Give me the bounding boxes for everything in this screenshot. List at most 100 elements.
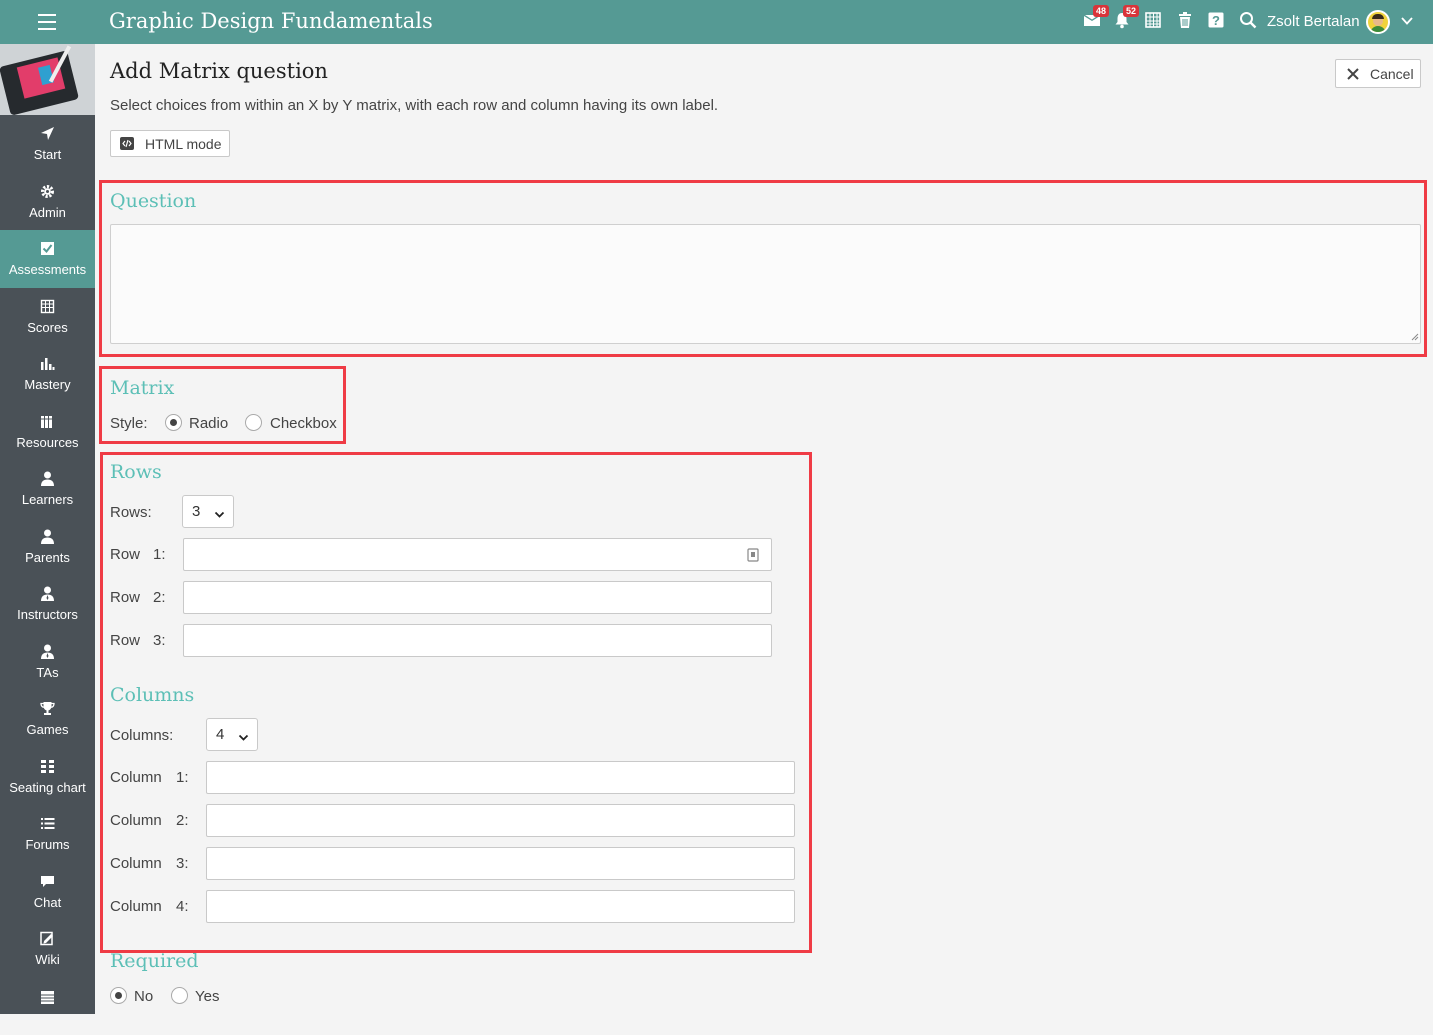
mail-icon[interactable]: 48 [1083, 11, 1103, 31]
sidebar-item-label: Seating chart [0, 780, 95, 795]
mail-badge: 48 [1093, 5, 1109, 17]
course-title[interactable]: Graphic Design Fundamentals [109, 9, 433, 33]
bar-chart-icon [39, 355, 56, 372]
columns-count-value: 4 [216, 726, 224, 743]
question-textarea[interactable] [110, 224, 1421, 344]
column-2-input[interactable] [206, 804, 795, 837]
person-icon [39, 470, 56, 487]
sidebar-item-start[interactable]: Start [0, 115, 95, 173]
instructor-icon [39, 585, 56, 602]
sidebar-item-forums[interactable]: Forums [0, 805, 95, 863]
sidebar-item-label: Games [0, 722, 95, 737]
gear-icon [39, 183, 56, 200]
checkbox-icon [39, 240, 56, 257]
sidebar-item-label: TAs [0, 665, 95, 680]
sidebar-item-admin[interactable]: Admin [0, 173, 95, 231]
rows-heading: Rows [110, 461, 162, 483]
column-1-label: Column [110, 769, 162, 786]
row-3-number: 3: [153, 632, 166, 649]
required-no-option[interactable] [110, 987, 127, 1004]
hamburger-menu-icon[interactable] [38, 14, 56, 30]
sidebar-item-label: Instructors [0, 607, 95, 622]
columns-heading: Columns [110, 684, 194, 706]
top-bar: Graphic Design Fundamentals 48 52 ? Zsol… [0, 0, 1433, 44]
sidebar-item-scores[interactable]: Scores [0, 288, 95, 346]
sidebar-item-mastery[interactable]: Mastery [0, 345, 95, 403]
cancel-button-label: Cancel [1370, 66, 1414, 82]
required-no-label: No [134, 988, 153, 1005]
paper-plane-icon [39, 125, 56, 142]
matrix-heading: Matrix [110, 377, 174, 399]
sidebar-item-label: Resources [0, 435, 95, 450]
user-name[interactable]: Zsolt Bertalan [1267, 13, 1360, 30]
sidebar-item-resources[interactable]: Resources [0, 403, 95, 461]
sidebar-item-instructors[interactable]: Instructors [0, 575, 95, 633]
sidebar-item-more[interactable] [0, 978, 95, 1035]
column-4-label: Column [110, 898, 162, 915]
column-3-number: 3: [176, 855, 189, 872]
sidebar-item-label: Forums [0, 837, 95, 852]
required-yes-label: Yes [195, 988, 219, 1005]
list-icon [39, 815, 56, 832]
course-thumbnail[interactable] [0, 44, 95, 115]
sidebar-item-wiki[interactable]: Wiki [0, 920, 95, 978]
sidebar-item-label: Admin [0, 205, 95, 220]
style-radio-option[interactable] [165, 414, 182, 431]
bell-icon[interactable]: 52 [1113, 11, 1133, 31]
edit-icon [39, 930, 56, 947]
chat-bubble-icon [39, 873, 56, 890]
rows-count-label: Rows: [110, 504, 152, 521]
avatar[interactable] [1366, 10, 1390, 34]
notification-badge: 52 [1123, 5, 1139, 17]
column-3-input[interactable] [206, 847, 795, 880]
sidebar-item-learners[interactable]: Learners [0, 460, 95, 518]
style-radio-label: Radio [189, 415, 228, 432]
gradebook-icon [39, 298, 56, 315]
sidebar-item-games[interactable]: Games [0, 690, 95, 748]
sidebar-item-seating-chart[interactable]: Seating chart [0, 748, 95, 806]
rows-count-value: 3 [192, 503, 200, 520]
chevron-down-icon[interactable] [1400, 14, 1414, 28]
column-4-number: 4: [176, 898, 189, 915]
sidebar-item-tas[interactable]: TAs [0, 633, 95, 691]
cancel-button[interactable]: Cancel [1335, 59, 1421, 88]
row-2-number: 2: [153, 589, 166, 606]
row-2-label: Row [110, 589, 140, 606]
search-icon[interactable] [1239, 11, 1259, 31]
resize-handle-icon[interactable] [1410, 332, 1419, 341]
sidebar-item-label: Mastery [0, 377, 95, 392]
column-2-label: Column [110, 812, 162, 829]
row-3-input[interactable] [183, 624, 772, 657]
sidebar-item-assessments[interactable]: Assessments [0, 230, 95, 288]
html-mode-button[interactable]: HTML mode [110, 130, 230, 157]
sidebar-item-label: Chat [0, 895, 95, 910]
sidebar-item-label: Wiki [0, 952, 95, 967]
calendar-icon[interactable] [1144, 11, 1164, 31]
help-icon[interactable]: ? [1207, 11, 1227, 31]
columns-count-select[interactable]: 4 [206, 718, 258, 751]
column-1-input[interactable] [206, 761, 795, 794]
code-icon [120, 137, 134, 150]
sidebar-item-label: Learners [0, 492, 95, 507]
books-icon [39, 413, 56, 430]
required-yes-option[interactable] [171, 987, 188, 1004]
row-1-input[interactable] [183, 538, 772, 571]
svg-text:?: ? [1212, 13, 1220, 28]
sidebar-item-parents[interactable]: Parents [0, 518, 95, 576]
row-2-input[interactable] [183, 581, 772, 614]
html-mode-label: HTML mode [145, 136, 222, 152]
column-4-input[interactable] [206, 890, 795, 923]
person-icon [39, 528, 56, 545]
rows-count-select[interactable]: 3 [182, 495, 234, 528]
row-3-label: Row [110, 632, 140, 649]
trophy-icon [39, 700, 56, 717]
grid-icon [39, 758, 56, 775]
columns-count-label: Columns: [110, 727, 173, 744]
question-heading: Question [110, 190, 196, 212]
style-checkbox-option[interactable] [245, 414, 262, 431]
style-checkbox-label: Checkbox [270, 415, 337, 432]
keyboard-icon[interactable] [747, 548, 759, 562]
sidebar-item-chat[interactable]: Chat [0, 863, 95, 921]
trash-icon[interactable] [1176, 11, 1196, 31]
ta-icon [39, 643, 56, 660]
